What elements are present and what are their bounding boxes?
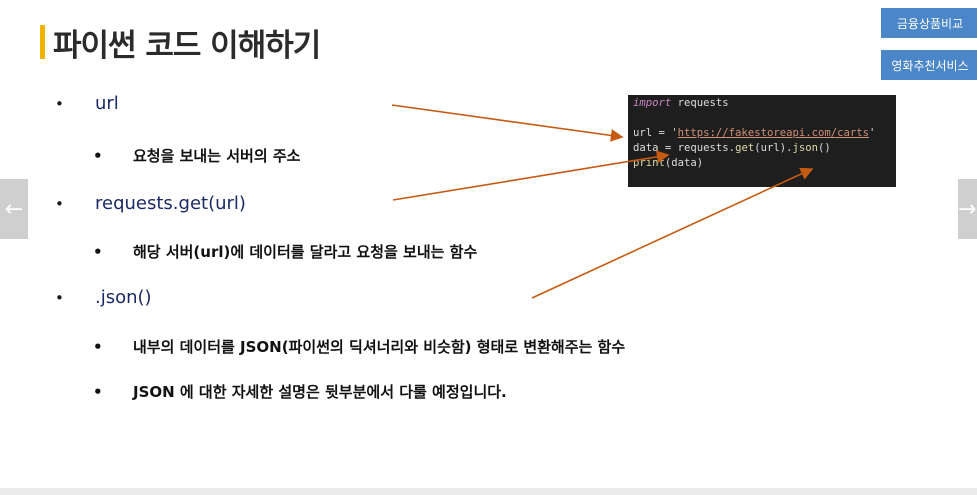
arrow-get-to-code (392, 150, 670, 201)
footer-band (0, 488, 977, 495)
arrow-url-to-code (391, 104, 624, 142)
arrow-json-to-code (531, 167, 814, 299)
annotation-arrows (391, 104, 814, 299)
